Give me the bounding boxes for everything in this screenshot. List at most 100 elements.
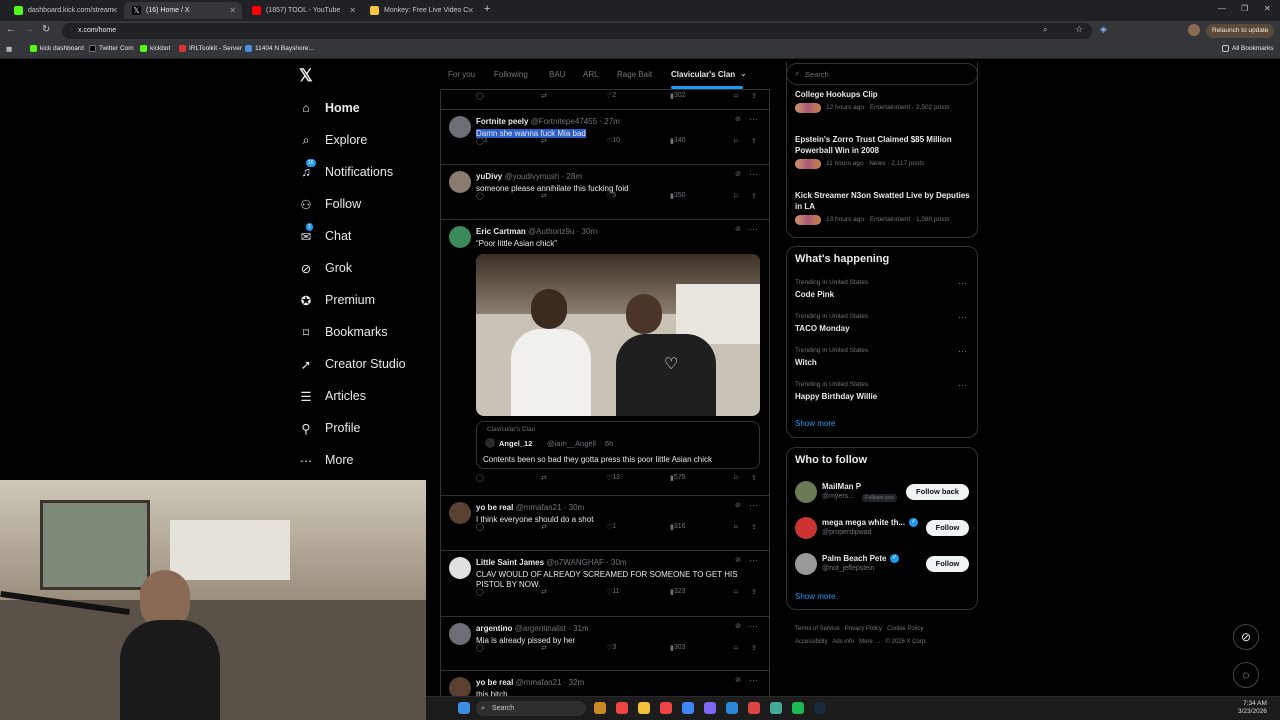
tab-rage-bait[interactable]: Rage Bait [617,70,652,79]
more-icon[interactable]: ⋯ [749,555,758,566]
like-button[interactable]: ♡ 5 [606,192,616,200]
trend-title[interactable]: TACO Monday [795,324,850,333]
bookmark-icon[interactable]: ⌑ [734,474,738,482]
grok-icon[interactable]: ⊘ [735,115,741,123]
avatar[interactable] [449,171,471,193]
bookmark-icon[interactable]: ⌑ [734,92,738,100]
share-icon[interactable]: ⇪ [751,644,757,652]
close-icon[interactable]: ✕ [111,6,118,15]
show-more-link[interactable]: Show more [795,419,835,428]
repost-icon[interactable]: ⇄ [541,523,547,531]
share-icon[interactable]: ⇪ [751,588,757,596]
author-handle[interactable]: @mmafan21 [516,678,562,687]
avatar[interactable] [795,553,817,575]
bookmark-icon[interactable]: ⌑ [734,192,738,200]
profile-avatar[interactable] [1188,24,1200,36]
author-name[interactable]: yuDivy [476,172,502,181]
more-icon[interactable]: ⋯ [749,224,758,235]
avatar[interactable] [795,517,817,539]
author-handle[interactable]: @mmafan21 [516,503,562,512]
app-icon[interactable] [660,702,672,714]
forward-icon[interactable]: → [24,24,34,35]
system-clock[interactable]: 7:34 AM 3/23/2026 [1238,700,1267,716]
window-close-icon[interactable]: ✕ [1264,4,1271,13]
more-icon[interactable]: ⋯ [958,312,967,323]
follow-back-button[interactable]: Follow back [906,484,969,500]
grok-icon[interactable]: ⊘ [735,556,741,564]
sidebar-item-bookmarks[interactable]: ⌑ Bookmarks [299,321,388,343]
more-icon[interactable]: ⋯ [749,675,758,686]
windows-start-icon[interactable] [458,702,470,714]
sidebar-item-explore[interactable]: ⌕ Explore [299,129,367,151]
grok-icon[interactable]: ⊘ [735,676,741,684]
author-handle[interactable]: @Authoriz9u [528,227,574,236]
zoom-icon[interactable]: ⌕ [1043,25,1047,35]
share-icon[interactable]: ⇪ [751,474,757,482]
url-input[interactable]: x.com/home [62,23,1092,39]
sidebar-item-chat[interactable]: ✉ 1 Chat [299,223,351,247]
follow-button[interactable]: Follow [926,520,969,536]
trend-title[interactable]: Happy Birthday Willie [795,392,877,401]
author-handle[interactable]: @o7WANGHAF [546,558,604,567]
follow-name[interactable]: mega mega white th... [822,518,905,527]
tab-arl[interactable]: ARL [583,70,599,79]
star-icon[interactable]: ☆ [1075,24,1083,35]
follow-button[interactable]: Follow [926,556,969,572]
bookmark-item[interactable]: Twitter Com [89,45,134,52]
more-icon[interactable]: ⋯ [958,380,967,391]
repost-icon[interactable]: ⇄ [541,92,547,100]
views-count[interactable]: ▮ 302 [670,92,686,100]
tweet-video[interactable]: ♡ [476,254,760,416]
reply-button[interactable]: ◯ 1 [476,137,488,145]
tweet[interactable]: argentino @argentinalist · 31m ⊘ ⋯ Mia is a… [441,617,769,671]
bookmark-icon[interactable]: ⌑ [734,588,738,596]
avatar[interactable] [449,116,471,138]
sidebar-item-articles[interactable]: ☰ Articles [299,385,366,407]
share-icon[interactable]: ⇪ [751,523,757,531]
repost-icon[interactable]: ⇄ [541,137,547,145]
tweet[interactable]: Fortnite peely @Fortnitepe47455 · 27m ⊘ ⋯ D… [441,110,769,165]
new-tab-button[interactable]: + [484,3,490,15]
footer-link[interactable]: Terms of Service [795,626,840,632]
browser-tab[interactable]: dashboard.kick.com/stream ✕ [6,2,124,19]
follow-name[interactable]: Palm Beach Pete [822,554,886,563]
bookmark-icon[interactable]: ⌑ [734,644,738,652]
share-icon[interactable]: ⇪ [751,92,757,100]
news-title[interactable]: Epstein's Zorro Trust Claimed $85 Millio… [795,134,970,156]
x-logo-icon[interactable]: 𝕏 [299,66,313,86]
views-count[interactable]: ▮ 316 [670,523,686,531]
more-icon[interactable]: ⋯ [958,278,967,289]
author-name[interactable]: yo be real [476,503,513,512]
grok-icon[interactable]: ⊘ [735,225,741,233]
reload-icon[interactable]: ↻ [42,24,50,35]
grok-icon[interactable]: ⊘ [735,170,741,178]
reply-icon[interactable]: ◯ [476,92,484,100]
repost-icon[interactable]: ⇄ [541,588,547,596]
views-count[interactable]: ▮ 340 [670,137,686,145]
footer-link[interactable]: Privacy Policy [845,626,882,632]
reply-button[interactable]: ◯ [476,474,484,482]
chat-icon[interactable]: ◌ [1233,662,1259,688]
tab-bau[interactable]: BAU [549,70,565,79]
news-title[interactable]: College Hookups Clip [795,89,970,100]
close-icon[interactable]: ✕ [467,6,474,15]
show-more-link[interactable]: Show more [795,592,835,601]
footer-link[interactable]: Accessibility [795,639,828,645]
spotify-icon[interactable] [792,702,804,714]
app-icon[interactable] [682,702,694,714]
author-handle[interactable]: @argentinalist [515,624,566,633]
bookmark-item[interactable]: kickbot [140,45,170,52]
repost-icon[interactable]: ⇄ [541,192,547,200]
views-count[interactable]: ▮ 575 [670,474,686,482]
author-handle[interactable]: @Fortnitepe47455 [531,117,597,126]
close-icon[interactable]: ✕ [349,6,356,15]
avatar[interactable] [449,623,471,645]
file-explorer-icon[interactable] [638,702,650,714]
bookmark-item[interactable]: kick dashboard [30,45,84,52]
avatar[interactable] [449,226,471,248]
sidebar-item-home[interactable]: ⌂ Home [299,97,360,119]
more-icon[interactable]: ⋯ [749,621,758,632]
taskbar-search[interactable]: ⌕ Search [476,701,586,716]
app-icon[interactable] [748,702,760,714]
views-count[interactable]: ▮ 350 [670,192,686,200]
